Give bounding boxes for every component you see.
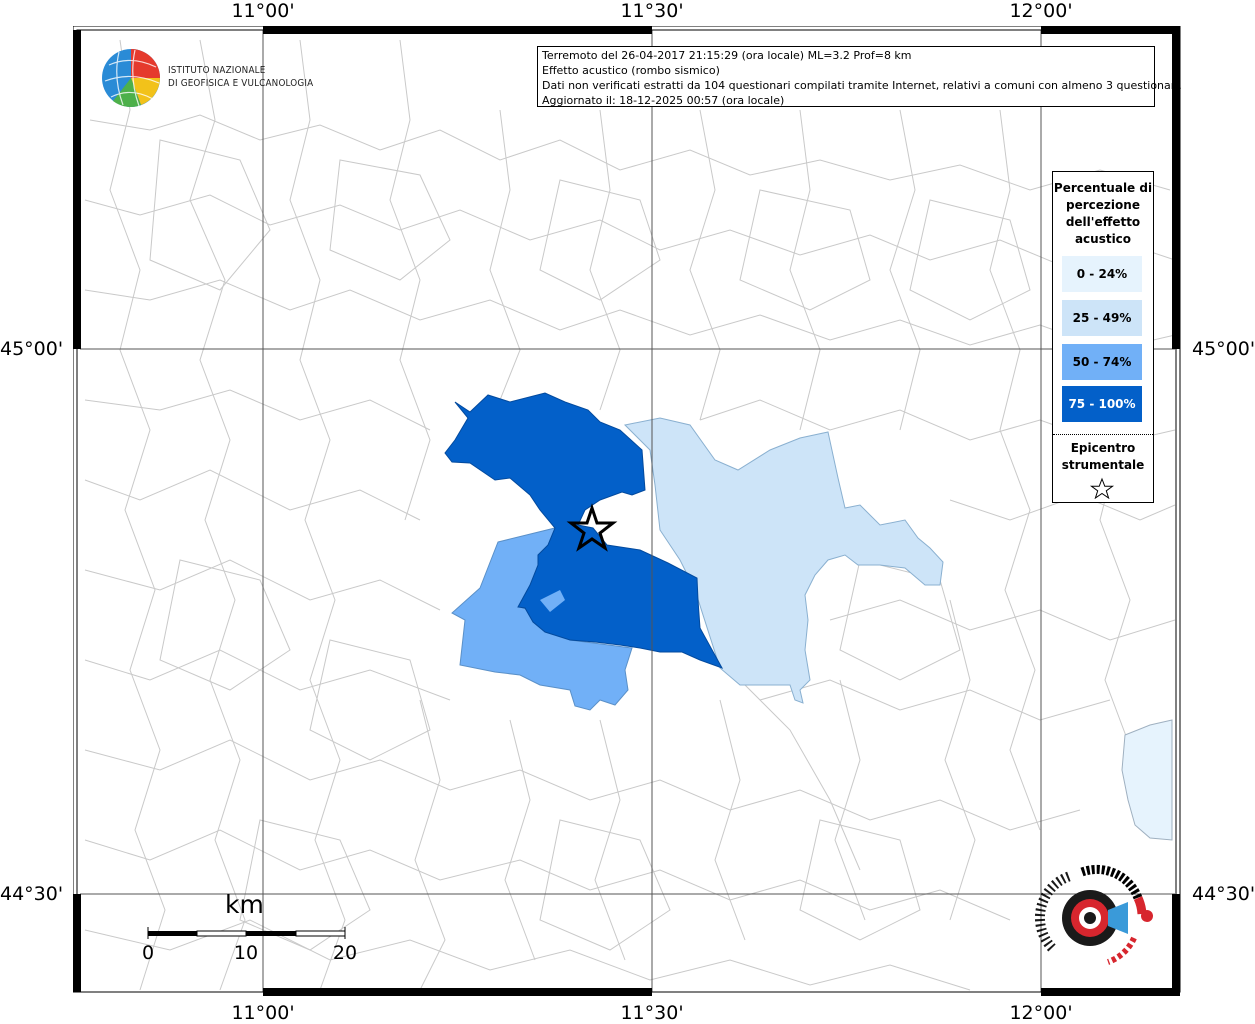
top-lon-label-1: 11°00' [231,0,295,22]
map-frame [73,26,1183,996]
bottom-lon-label-2: 11°30' [620,1002,684,1024]
legend-item-75-100: 75 - 100% [1062,386,1142,422]
legend: Percentuale di percezione dell'effetto a… [1052,171,1154,503]
legend-divider [1053,434,1153,435]
event-subtitle: Effetto acustico (rombo sismico) [542,64,720,77]
right-lat-label-2: 44°30' [1192,883,1255,905]
event-title: Terremoto del 26-04-2017 21:15:29 (ora l… [542,49,912,62]
event-info-box: Terremoto del 26-04-2017 21:15:29 (ora l… [537,46,1182,107]
bottom-lon-label-3: 12°00' [1009,1002,1073,1024]
legend-title: Percentuale di percezione dell'effetto a… [1053,181,1153,246]
scale-unit: km [225,890,264,919]
legend-item-50-74: 50 - 74% [1062,344,1142,380]
event-data-note: Dati non verificati estratti da 104 ques… [542,79,1182,92]
top-lon-label-3: 12°00' [1009,0,1073,22]
legend-item-0-24: 0 - 24% [1062,256,1142,292]
scale-label-0: 0 [141,942,155,964]
left-lat-label-1: 45°00' [0,338,64,360]
legend-epicenter-label: Epicentro strumentale [1061,441,1145,472]
legend-item-25-49: 25 - 49% [1062,300,1142,336]
legend-star-icon [1089,477,1115,499]
hai-sentito-logo-icon [1034,864,1153,965]
scale-label-10: 10 [233,942,259,964]
scale-label-20: 20 [332,942,358,964]
bottom-lon-label-1: 11°00' [231,1002,295,1024]
left-lat-label-2: 44°30' [0,883,64,905]
top-lon-label-2: 11°30' [620,0,684,22]
ingv-logo-text: ISTITUTO NAZIONALE DI GEOFISICA E VULCAN… [168,65,314,89]
event-updated: Aggiornato il: 18-12-2025 00:57 (ora loc… [542,94,785,107]
right-lat-label-1: 45°00' [1192,338,1255,360]
